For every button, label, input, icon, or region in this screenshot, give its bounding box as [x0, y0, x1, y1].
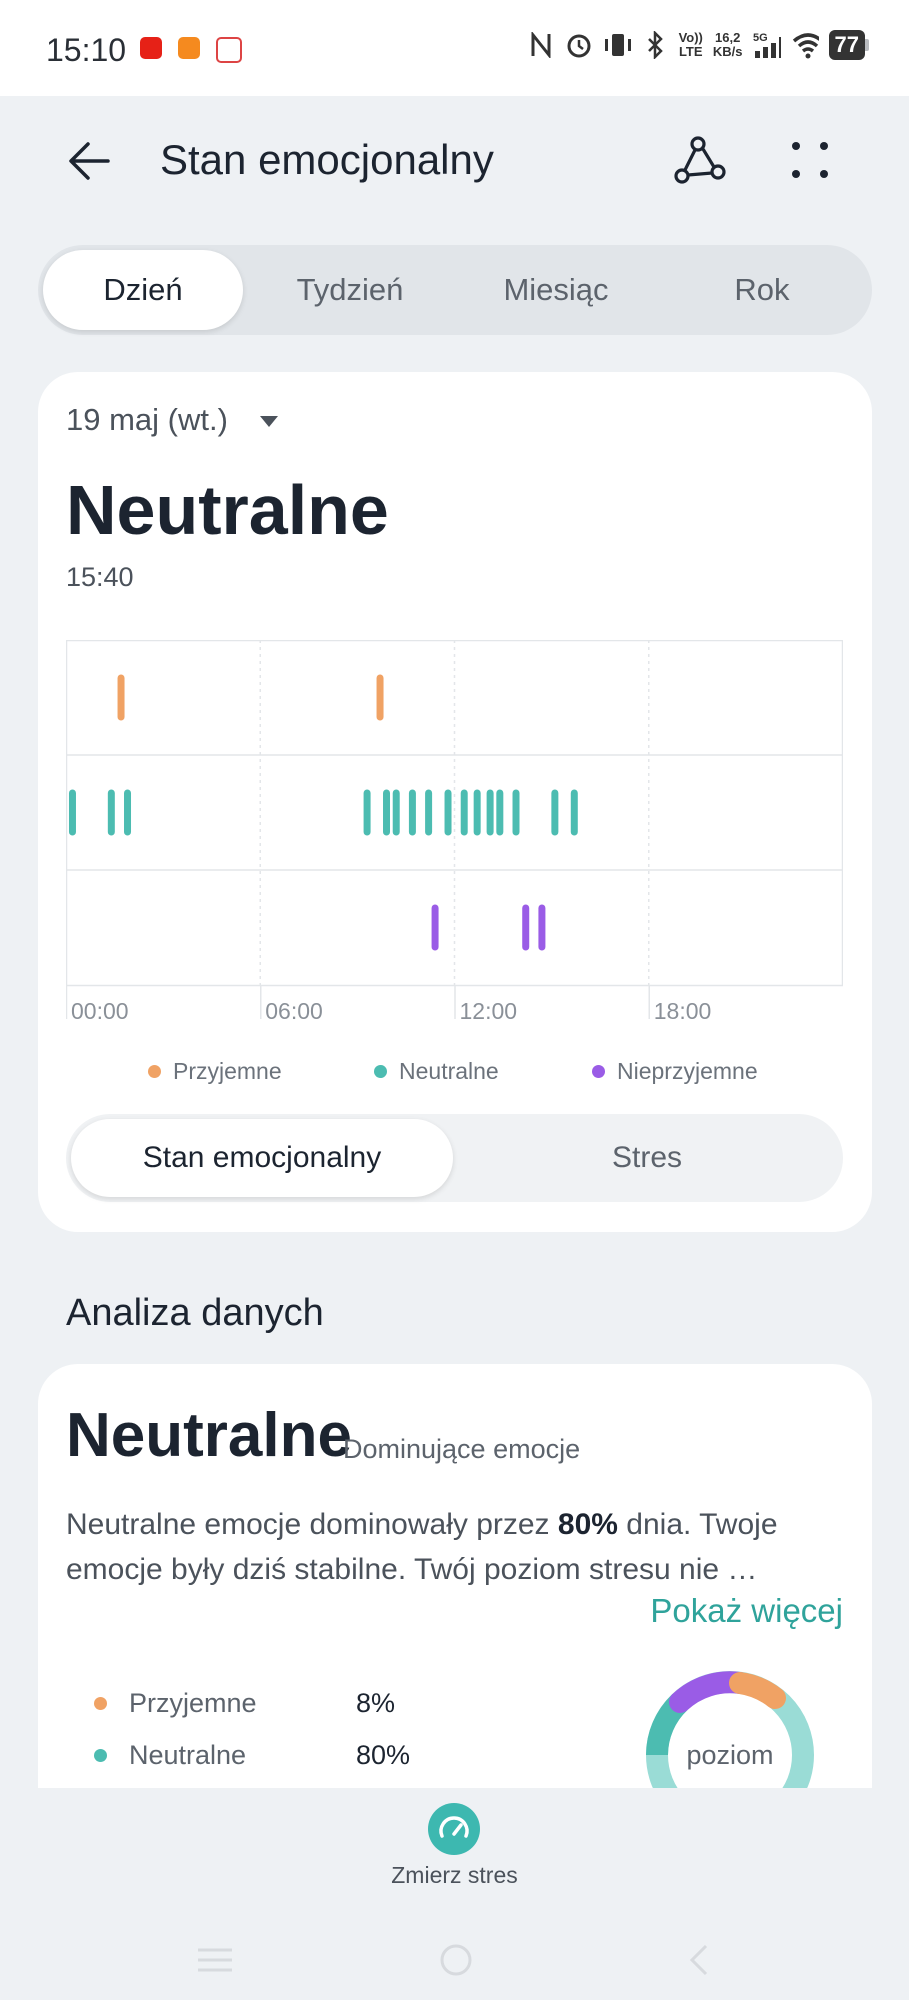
emotion-mark-neutralne: [68, 789, 76, 836]
more-dots-icon: [792, 142, 828, 178]
measure-stress-label[interactable]: Zmierz stres: [0, 1862, 909, 1889]
emotion-mark-neutralne: [486, 789, 494, 836]
network-speed: 16,2 KB/s: [712, 30, 743, 59]
emotion-mark-przyjemne: [376, 674, 384, 721]
x-tick-label: 18:00: [654, 998, 712, 1020]
arrow-left-icon: [69, 142, 110, 180]
wifi-icon: [791, 31, 819, 59]
legend-neutral: Neutralne: [374, 1058, 499, 1085]
emotion-mark-neutralne: [392, 789, 400, 836]
gauge-icon: [439, 1816, 469, 1838]
app-icon: [178, 37, 200, 59]
emotion-mark-nieprzyjemne: [522, 904, 530, 951]
neutral-dot-icon: [94, 1749, 107, 1762]
home-icon[interactable]: [436, 1940, 476, 1980]
emotion-mark-neutralne: [512, 789, 520, 836]
alarm-icon: [565, 31, 593, 59]
emotion-mark-neutralne: [460, 789, 468, 836]
battery-icon: 77: [828, 30, 869, 60]
date-selector[interactable]: 19 maj (wt.): [66, 402, 228, 438]
emotion-mark-przyjemne: [117, 674, 125, 721]
current-state: Neutralne: [66, 471, 389, 549]
emotion-mark-neutralne: [107, 789, 115, 836]
emotion-mark-neutralne: [444, 789, 452, 836]
tab-week[interactable]: Tydzień: [250, 250, 450, 330]
pleasant-dot-icon: [94, 1697, 107, 1710]
donut-center-label: poziom: [686, 1740, 774, 1770]
legend-unpleasant: Nieprzyjemne: [592, 1058, 758, 1085]
emotion-timeline-chart[interactable]: 00:00 06:00 12:00 18:00: [66, 640, 843, 1020]
show-more-link[interactable]: Pokaż więcej: [650, 1592, 843, 1630]
period-tabs: Dzień Tydzień Miesiąc Rok: [38, 245, 872, 335]
share-button[interactable]: [668, 130, 738, 190]
status-bar: 15:10 Vo)) LTE 16,2 KB/s 5G 77: [0, 0, 909, 96]
emotion-mark-neutralne: [473, 789, 481, 836]
youtube-icon: [140, 37, 162, 59]
emotion-mark-neutralne: [551, 789, 559, 836]
x-tick-label: 06:00: [265, 998, 323, 1020]
bluetooth-icon: [641, 31, 669, 59]
dominant-caption: Dominujące emocje: [343, 1434, 581, 1464]
recent-apps-icon[interactable]: [194, 1940, 238, 1980]
breakdown-row-neutral: Neutralne 80%: [94, 1740, 410, 1771]
x-tick-label: 00:00: [71, 998, 129, 1020]
toggle-emotional-state[interactable]: Stan emocjonalny: [71, 1119, 453, 1197]
pleasant-dot-icon: [148, 1065, 161, 1078]
emotion-mark-neutralne: [363, 789, 371, 836]
analysis-text: Neutralne emocje dominowały przez 80% dn…: [66, 1508, 778, 1586]
emotion-mark-neutralne: [496, 789, 504, 836]
share-icon: [674, 136, 726, 184]
nfc-icon: [527, 31, 555, 59]
vibrate-icon: [603, 31, 631, 59]
volte-indicator: Vo)) LTE: [678, 30, 703, 59]
emotion-mark-neutralne: [383, 789, 391, 836]
more-options-button[interactable]: [780, 130, 850, 190]
analysis-section-title: Analiza danych: [66, 1292, 324, 1334]
gmail-icon: [216, 37, 242, 63]
x-tick-label: 12:00: [460, 998, 518, 1020]
unpleasant-dot-icon: [592, 1065, 605, 1078]
emotion-mark-nieprzyjemne: [538, 904, 546, 951]
toggle-stress[interactable]: Stres: [456, 1119, 838, 1197]
measure-stress-button[interactable]: [428, 1803, 480, 1855]
caret-down-icon[interactable]: [260, 416, 278, 427]
back-button[interactable]: [60, 130, 130, 190]
tab-month[interactable]: Miesiąc: [456, 250, 656, 330]
emotion-mark-neutralne: [570, 789, 578, 836]
nav-back-icon[interactable]: [680, 1940, 720, 1980]
dominant-state: Neutralne: [66, 1401, 352, 1470]
tab-day[interactable]: Dzień: [43, 250, 243, 330]
tab-year[interactable]: Rok: [662, 250, 862, 330]
emotion-mark-neutralne: [408, 789, 416, 836]
emotion-mark-neutralne: [124, 789, 132, 836]
signal-icon: 5G: [753, 31, 781, 59]
emotion-mark-nieprzyjemne: [431, 904, 439, 951]
status-clock: 15:10: [46, 32, 127, 68]
chart-mode-toggle: Stan emocjonalny Stres: [66, 1114, 843, 1202]
chart-frame: [66, 640, 843, 987]
current-state-time: 15:40: [66, 562, 134, 592]
emotion-mark-neutralne: [425, 789, 433, 836]
neutral-dot-icon: [374, 1065, 387, 1078]
legend-pleasant: Przyjemne: [148, 1058, 282, 1085]
svg-text:5G: 5G: [753, 32, 768, 44]
breakdown-row-pleasant: Przyjemne 8%: [94, 1688, 395, 1719]
page-title: Stan emocjonalny: [160, 136, 494, 183]
